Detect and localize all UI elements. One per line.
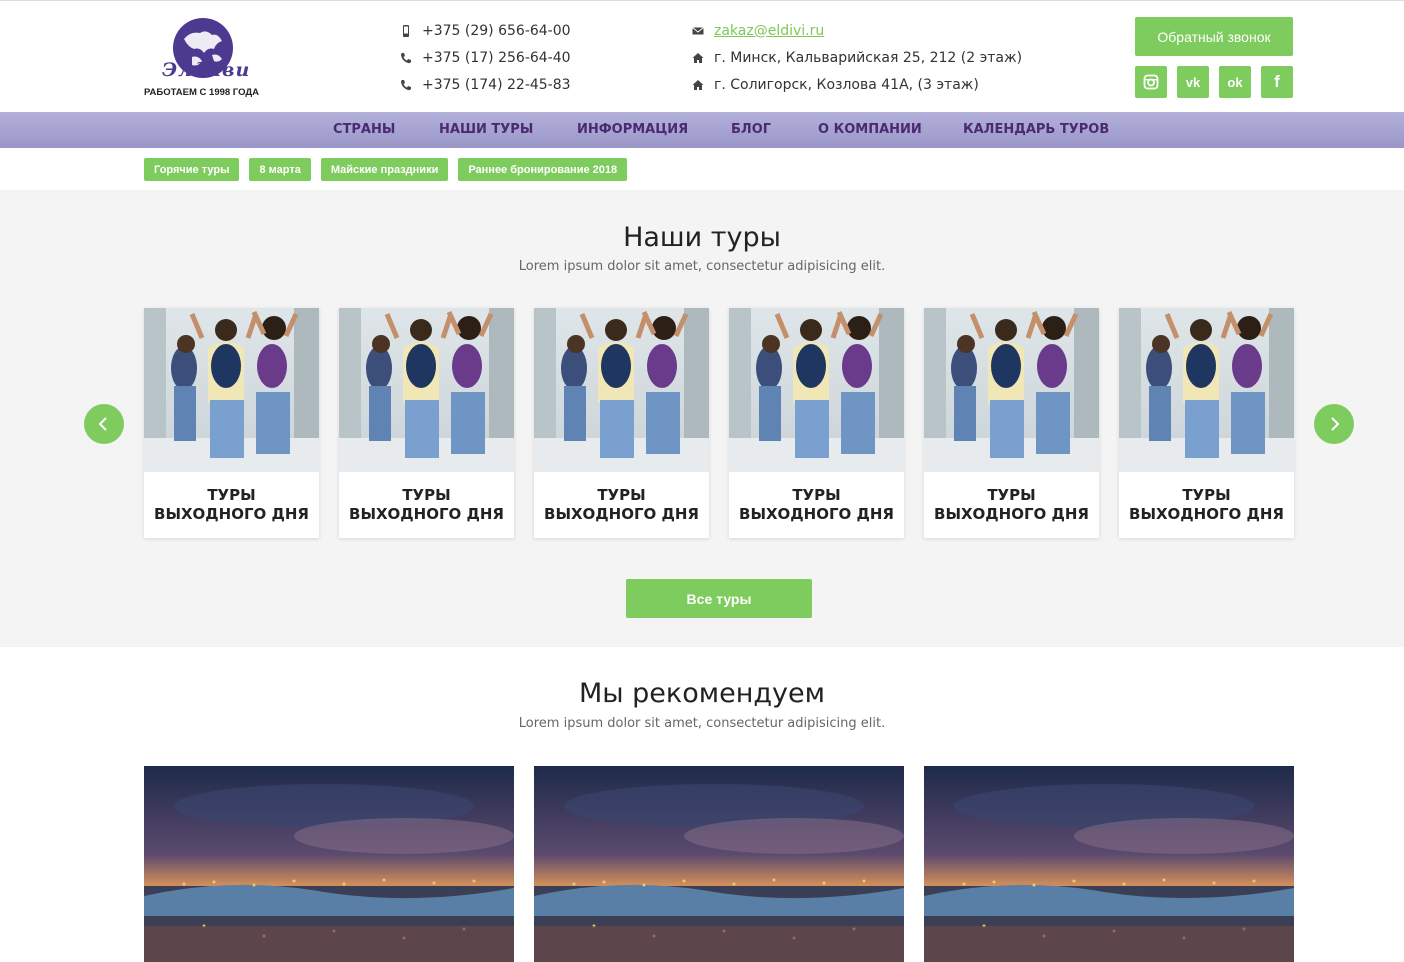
home-icon [690,77,706,93]
logo[interactable]: Элдиви РАБОТАЕМ С 1998 ГОДА [144,15,269,100]
email-row: zakaz@eldivi.ru [690,17,1022,44]
phone-icon [398,77,414,93]
tours-subtitle: Lorem ipsum dolor sit amet, consectetur … [518,259,886,274]
callback-button[interactable]: Обратный звонок [1135,17,1293,56]
facebook-icon[interactable]: f [1261,66,1293,98]
tours-section: Наши туры Lorem ipsum dolor sit amet, co… [0,190,1404,647]
chevron-left-icon [98,417,107,431]
tag-early-booking[interactable]: Раннее бронирование 2018 [458,158,628,181]
instagram-icon[interactable] [1135,66,1167,98]
nav-item-our-tours[interactable]: НАШИ ТУРЫ [439,112,533,148]
phone-row: +375 (17) 256-64-40 [398,44,571,71]
tour-card[interactable]: ТУРЫ ВЫХОДНОГО ДНЯ [1119,308,1294,538]
recommend-subtitle: Lorem ipsum dolor sit amet, consectetur … [518,716,886,731]
tag-list: Горячие туры 8 марта Майские праздники Р… [144,158,628,181]
carousel-next-button[interactable] [1314,404,1354,444]
tag-hot-tours[interactable]: Горячие туры [144,158,240,181]
nav-item-blog[interactable]: БЛОГ [731,112,771,148]
address-row: г. Солигорск, Козлова 41А, (3 этаж) [690,71,1022,98]
recommend-card-image[interactable] [924,766,1294,962]
vk-icon[interactable]: vk [1177,66,1209,98]
home-icon [690,50,706,66]
mobile-icon [398,23,414,39]
phone-number[interactable]: +375 (174) 22-45-83 [422,77,571,93]
tour-card-image [729,308,904,472]
phone-list: +375 (29) 656-64-00 +375 (17) 256-64-40 … [398,17,571,98]
phone-row: +375 (174) 22-45-83 [398,71,571,98]
nav-item-countries[interactable]: СТРАНЫ [333,112,395,148]
tour-card[interactable]: ТУРЫ ВЫХОДНОГО ДНЯ [924,308,1099,538]
tour-card-title: ТУРЫ ВЫХОДНОГО ДНЯ [349,486,504,523]
tour-card[interactable]: ТУРЫ ВЫХОДНОГО ДНЯ [339,308,514,538]
tour-card-image [1119,308,1294,472]
address-row: г. Минск, Кальварийская 25, 212 (2 этаж) [690,44,1022,71]
tours-title: Наши туры [623,222,781,253]
tour-card-title: ТУРЫ ВЫХОДНОГО ДНЯ [544,486,699,523]
tour-card-image [144,308,319,472]
site-header: Элдиви РАБОТАЕМ С 1998 ГОДА +375 (29) 65… [0,0,1404,112]
phone-number[interactable]: +375 (29) 656-64-00 [422,23,571,39]
phone-icon [398,50,414,66]
tag-may-holidays[interactable]: Майские праздники [320,158,449,181]
chevron-right-icon [1331,417,1340,431]
tour-card[interactable]: ТУРЫ ВЫХОДНОГО ДНЯ [144,308,319,538]
address-list: zakaz@eldivi.ru г. Минск, Кальварийская … [690,17,1022,98]
envelope-icon [690,23,706,39]
phone-row: +375 (29) 656-64-00 [398,17,571,44]
tag-march-8[interactable]: 8 марта [249,158,311,181]
tour-card-image [534,308,709,472]
tour-card[interactable]: ТУРЫ ВЫХОДНОГО ДНЯ [534,308,709,538]
address-text: г. Минск, Кальварийская 25, 212 (2 этаж) [714,49,1023,66]
address-text: г. Солигорск, Козлова 41А, (3 этаж) [714,76,979,93]
odnoklassniki-icon[interactable]: ok [1219,66,1251,98]
tour-card-title: ТУРЫ ВЫХОДНОГО ДНЯ [934,486,1089,523]
tour-card-image [339,308,514,472]
main-nav: СТРАНЫ НАШИ ТУРЫ ИНФОРМАЦИЯ БЛОГ О КОМПА… [0,112,1404,148]
logo-tagline: РАБОТАЕМ С 1998 ГОДА [144,87,259,98]
logo-wordmark: Элдиви [162,59,251,81]
email-link[interactable]: zakaz@eldivi.ru [714,23,824,39]
tour-card-title: ТУРЫ ВЫХОДНОГО ДНЯ [739,486,894,523]
phone-number[interactable]: +375 (17) 256-64-40 [422,50,571,66]
recommend-title: Мы рекомендуем [578,678,826,709]
nav-item-information[interactable]: ИНФОРМАЦИЯ [577,112,688,148]
social-links: vk ok f [1135,66,1293,98]
tour-card[interactable]: ТУРЫ ВЫХОДНОГО ДНЯ [729,308,904,538]
carousel-prev-button[interactable] [84,404,124,444]
recommend-card-image[interactable] [534,766,904,962]
all-tours-button[interactable]: Все туры [626,579,812,618]
tour-card-image [924,308,1099,472]
nav-item-about[interactable]: О КОМПАНИИ [818,112,922,148]
tour-card-title: ТУРЫ ВЫХОДНОГО ДНЯ [154,486,309,523]
recommend-card-image[interactable] [144,766,514,962]
tour-card-title: ТУРЫ ВЫХОДНОГО ДНЯ [1129,486,1284,523]
nav-item-tour-calendar[interactable]: КАЛЕНДАРЬ ТУРОВ [963,112,1109,148]
